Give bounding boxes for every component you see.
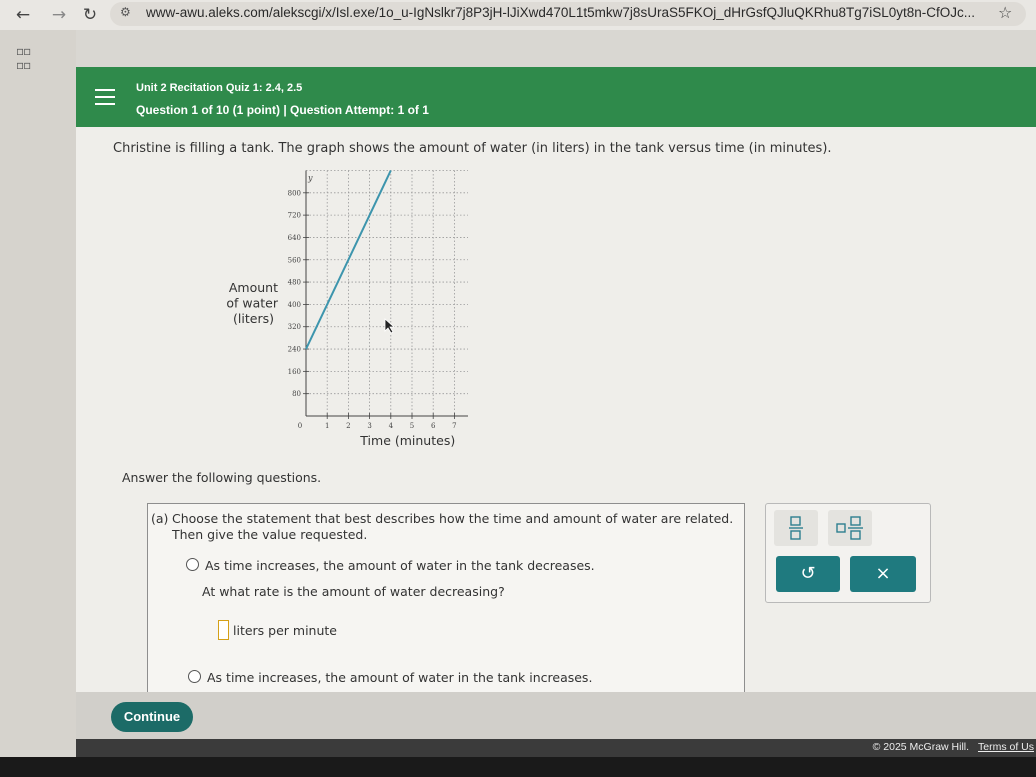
reset-button[interactable]: ↺ — [776, 556, 840, 592]
copyright: © 2025 McGraw Hill. — [872, 741, 970, 753]
forward-arrow-icon[interactable]: → — [48, 4, 70, 26]
reset-icon: ↺ — [800, 563, 816, 584]
x-tick-label: 6 — [431, 422, 436, 430]
y-tick-label: 720 — [288, 212, 301, 220]
aleks-page: Unit 2 Recitation Quiz 1: 2.4, 2.5 Quest… — [76, 67, 1036, 739]
y-axis-label: Amount of water (liters) — [226, 280, 278, 326]
left-rail — [0, 30, 76, 750]
y-tick-label: 240 — [288, 346, 301, 354]
x-tick-label: 7 — [452, 422, 456, 430]
mixed-number-button[interactable] — [828, 510, 872, 546]
quiz-title: Unit 2 Recitation Quiz 1: 2.4, 2.5 — [136, 82, 303, 94]
problem-statement: Christine is filling a tank. The graph s… — [113, 141, 832, 156]
x-tick-label: 5 — [410, 422, 414, 430]
option-decreases-label: As time increases, the amount of water i… — [205, 558, 595, 573]
question-box: (a) Choose the statement that best descr… — [147, 503, 745, 694]
screen-bezel — [0, 757, 1036, 777]
part-a-tag: (a) — [151, 511, 169, 526]
y-tick-label: 80 — [292, 390, 301, 398]
y-axis-symbol: y — [307, 173, 313, 182]
close-icon: × — [875, 563, 891, 584]
water-graph: 012345678980160240320400480560640720800x… — [226, 170, 468, 448]
x-tick-label: 0 — [298, 422, 302, 430]
rate-input-row: liters per minute — [218, 620, 337, 640]
address-bar[interactable]: ⚙ www-awu.aleks.com/alekscgi/x/Isl.exe/1… — [110, 2, 1026, 26]
y-tick-label: 400 — [288, 301, 301, 309]
radio-increases[interactable] — [188, 670, 201, 683]
question-info: Question 1 of 10 (1 point) | Question At… — [136, 103, 429, 117]
continue-button[interactable]: Continue — [111, 702, 193, 732]
option-increases-label: As time increases, the amount of water i… — [207, 670, 593, 685]
back-arrow-icon[interactable]: ← — [12, 4, 34, 26]
footer-text: © 2025 McGraw Hill. Terms of Us — [873, 741, 1034, 753]
x-axis-label: Time (minutes) — [359, 433, 455, 448]
mixed-number-icon — [836, 516, 863, 540]
apps-grid-icon[interactable]: ▫▫ ▫▫ — [16, 44, 31, 72]
y-tick-label: 640 — [288, 234, 301, 242]
rate-question: At what rate is the amount of water decr… — [202, 584, 505, 599]
menu-icon[interactable] — [95, 89, 115, 105]
y-tick-label: 320 — [288, 323, 301, 331]
x-tick-label: 4 — [389, 422, 394, 430]
fraction-icon — [789, 516, 803, 540]
footer: © 2025 McGraw Hill. Terms of Us — [76, 739, 1036, 757]
url-text: www-awu.aleks.com/alekscgi/x/Isl.exe/1o_… — [146, 5, 976, 20]
site-settings-icon[interactable]: ⚙ — [120, 5, 131, 19]
answer-lead: Answer the following questions. — [122, 470, 322, 485]
quiz-header: Unit 2 Recitation Quiz 1: 2.4, 2.5 Quest… — [76, 67, 1036, 127]
radio-decreases[interactable] — [186, 558, 199, 571]
browser-toolbar: ← → ↻ ⚙ www-awu.aleks.com/alekscgi/x/Isl… — [0, 0, 1036, 30]
y-tick-label: 800 — [288, 189, 301, 197]
reload-icon[interactable]: ↻ — [79, 4, 101, 26]
bottom-band — [76, 692, 1036, 739]
clear-button[interactable]: × — [850, 556, 916, 592]
math-tools-panel: ↺ × — [765, 503, 931, 603]
part-a-prompt: Choose the statement that best describes… — [172, 511, 734, 542]
x-tick-label: 1 — [325, 422, 329, 430]
y-tick-label: 160 — [288, 368, 301, 376]
fraction-button[interactable] — [774, 510, 818, 546]
option-decreases[interactable]: As time increases, the amount of water i… — [186, 558, 595, 573]
terms-link[interactable]: Terms of Us — [978, 741, 1034, 753]
rate-unit: liters per minute — [233, 623, 337, 638]
x-tick-label: 3 — [367, 422, 371, 430]
mouse-cursor-icon — [384, 318, 396, 334]
x-tick-label: 2 — [346, 422, 350, 430]
y-tick-label: 480 — [288, 279, 301, 287]
bookmark-star-icon[interactable]: ☆ — [998, 3, 1026, 22]
rate-input[interactable] — [218, 620, 229, 640]
y-tick-label: 560 — [288, 256, 301, 264]
option-increases[interactable]: As time increases, the amount of water i… — [188, 670, 592, 685]
